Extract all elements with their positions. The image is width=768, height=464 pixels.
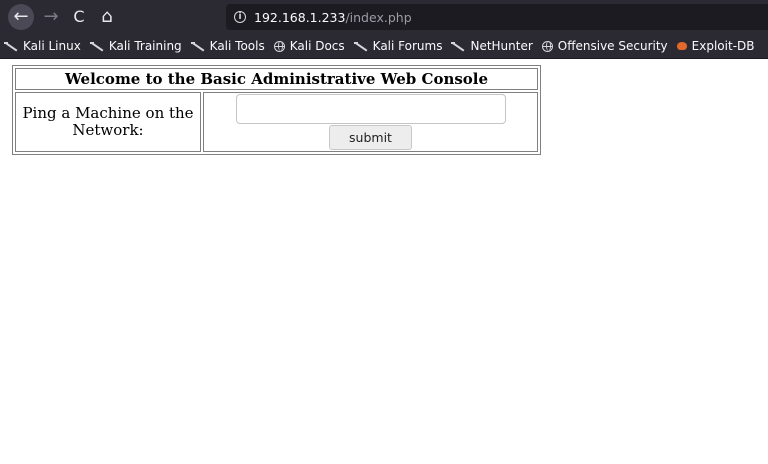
navigation-toolbar: ← → C ⌂ i 192.168.1.233 /index.php	[0, 0, 768, 34]
globe-icon	[541, 40, 553, 52]
page-title: Welcome to the Basic Administrative Web …	[15, 68, 538, 90]
console-table: Welcome to the Basic Administrative Web …	[12, 65, 541, 155]
reload-button[interactable]: C	[66, 4, 92, 30]
bookmark-kali-tools[interactable]: Kali Tools	[190, 39, 265, 53]
bookmark-label: Kali Forums	[372, 39, 443, 53]
bookmark-label: Kali Linux	[23, 39, 81, 53]
ping-label: Ping a Machine on the Network:	[15, 92, 201, 152]
bookmark-label: Offensive Security	[557, 39, 668, 53]
home-icon: ⌂	[101, 6, 113, 27]
address-bar[interactable]: i 192.168.1.233 /index.php	[226, 4, 768, 30]
bookmark-exploit-db[interactable]: Exploit-DB	[676, 39, 755, 53]
bookmark-offensive-security[interactable]: Offensive Security	[541, 39, 668, 53]
bookmark-kali-linux[interactable]: Kali Linux	[4, 39, 81, 53]
forward-button[interactable]: →	[38, 4, 64, 30]
reload-icon: C	[73, 7, 85, 26]
bookmark-nethunter[interactable]: NetHunter	[451, 39, 533, 53]
submit-button[interactable]: submit	[329, 125, 412, 150]
bookmark-label: Kali Tools	[209, 39, 265, 53]
bookmark-kali-docs[interactable]: Kali Docs	[273, 39, 345, 53]
bookmark-label: Kali Training	[108, 39, 182, 53]
kali-dragon-icon	[4, 40, 18, 52]
browser-chrome: ← → C ⌂ i 192.168.1.233 /index.php Kali …	[0, 0, 768, 59]
kali-dragon-icon	[190, 40, 205, 52]
url-host: 192.168.1.233	[254, 9, 346, 25]
page-content: Welcome to the Basic Administrative Web …	[0, 59, 768, 464]
bookmark-label: Kali Docs	[289, 39, 345, 53]
site-info-icon[interactable]: i	[234, 11, 246, 23]
bookmarks-toolbar: Kali Linux Kali Training Kali Tools Kali…	[0, 35, 768, 57]
ping-form: submit	[203, 92, 538, 152]
url-path: /index.php	[345, 9, 412, 25]
kali-dragon-icon	[451, 40, 465, 52]
kali-dragon-icon	[353, 40, 368, 52]
back-arrow-icon: ←	[13, 6, 29, 27]
back-button[interactable]: ←	[8, 4, 34, 30]
home-button[interactable]: ⌂	[94, 4, 120, 30]
bookmark-kali-training[interactable]: Kali Training	[89, 39, 182, 53]
forward-arrow-icon: →	[43, 6, 59, 27]
globe-icon	[273, 40, 285, 52]
bookmark-label: Exploit-DB	[691, 39, 755, 53]
kali-dragon-icon	[89, 40, 104, 52]
exploit-db-icon	[676, 42, 687, 50]
ping-input[interactable]	[235, 94, 506, 124]
bookmark-kali-forums[interactable]: Kali Forums	[353, 39, 443, 53]
bookmark-label: NetHunter	[470, 39, 533, 53]
